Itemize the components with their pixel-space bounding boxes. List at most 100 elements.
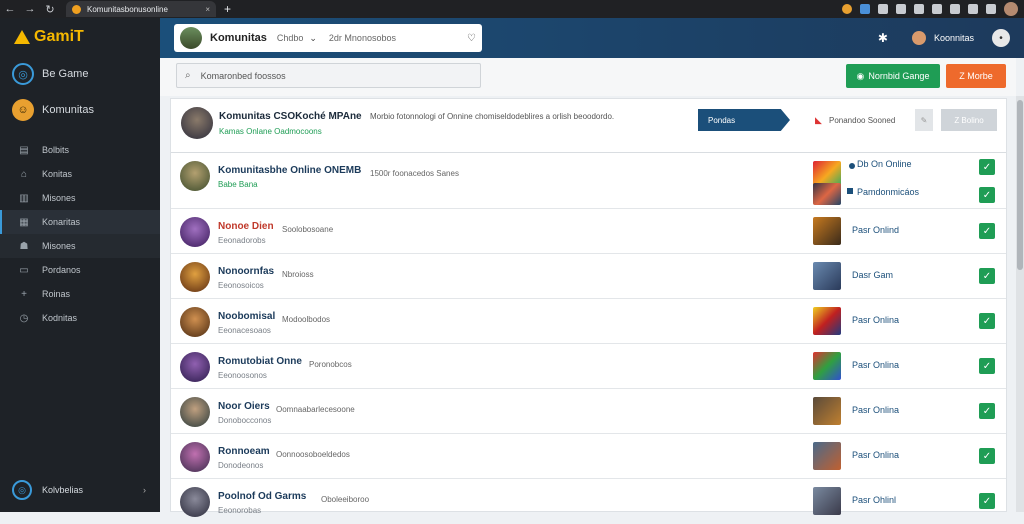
- app-logo[interactable]: GamiT: [0, 18, 160, 56]
- profile-avatar[interactable]: [1004, 2, 1018, 16]
- reload-icon[interactable]: ↻: [40, 3, 60, 16]
- sidebar-item-komunitas[interactable]: ☺ Komunitas: [0, 92, 160, 128]
- gray-action-button[interactable]: Z Bolino: [941, 109, 997, 131]
- sidebar-item-misones[interactable]: ▥ Misones: [0, 186, 160, 210]
- row-sub: Eeonorobas: [218, 506, 262, 515]
- extension-icon[interactable]: [896, 4, 906, 14]
- browser-tab[interactable]: Komunitasbonusonline ×: [66, 1, 216, 17]
- row-avatar: [180, 442, 210, 472]
- table-row[interactable]: Ronnoeam Donodeonos Oonnoosoboeldedos Pa…: [171, 434, 1006, 479]
- sidebar-item-kodnitas[interactable]: ◷ Kodnitas: [0, 306, 160, 330]
- heart-icon[interactable]: ♡: [467, 33, 476, 44]
- row-game[interactable]: Dasr Gam: [852, 270, 893, 280]
- logo-icon: [14, 30, 30, 44]
- sidebar-item-label: Be Game: [42, 68, 89, 80]
- check-icon[interactable]: ✓: [979, 448, 995, 464]
- sidebar-footer[interactable]: ◎ Kolvbelias ›: [0, 476, 160, 504]
- extension-icon[interactable]: [914, 4, 924, 14]
- featured-avatar: [181, 107, 213, 139]
- logo-text: GamiT: [34, 28, 84, 45]
- check-icon[interactable]: ✓: [979, 403, 995, 419]
- orange-action-button[interactable]: Z Morbe: [946, 64, 1006, 88]
- check-icon[interactable]: ✓: [979, 223, 995, 239]
- scrollbar[interactable]: [1016, 96, 1024, 512]
- search-placeholder: Komaronbed foossos: [200, 70, 286, 81]
- sidebar-item-bolbits[interactable]: ▤ Bolbits: [0, 138, 160, 162]
- menu-icon[interactable]: [986, 4, 996, 14]
- game-thumbnail: [813, 262, 841, 290]
- sidebar-item-konitas[interactable]: ⌂ Konitas: [0, 162, 160, 186]
- sidebar-item-be-game[interactable]: ◎ Be Game: [0, 56, 160, 92]
- square-icon: [847, 188, 853, 194]
- building-icon: ▥: [19, 192, 29, 204]
- gear-icon[interactable]: ✱: [878, 31, 888, 45]
- check-icon[interactable]: ✓: [979, 187, 995, 203]
- row-game[interactable]: Pamdonmicáos: [857, 187, 919, 197]
- featured-row[interactable]: Komunitas CSOKoché MPAne Morbio fotonnol…: [171, 99, 1006, 153]
- scrollbar-thumb[interactable]: [1017, 100, 1023, 270]
- forward-icon[interactable]: →: [20, 3, 40, 15]
- row-game[interactable]: Pasr Onlind: [852, 225, 899, 235]
- chevron-right-icon: ›: [143, 485, 146, 495]
- row-game[interactable]: Pasr Onlina: [852, 360, 899, 370]
- extension-icon[interactable]: [860, 4, 870, 14]
- folder-icon: ▭: [19, 264, 29, 276]
- green-action-button[interactable]: ◉ Nornbid Gange: [846, 64, 940, 88]
- row-sub: Eeonoosonos: [218, 371, 267, 380]
- table-row[interactable]: Nonoe Dien Eeonadorobs Soolobosoane Pasr…: [171, 209, 1006, 254]
- row-description: Oonnoosoboeldedos: [276, 450, 350, 459]
- edit-button[interactable]: ✎: [915, 109, 933, 131]
- table-row[interactable]: Komunitasbhe Online ONEMB Babe Bana 1500…: [171, 153, 1006, 209]
- arrow-button[interactable]: Pondas: [698, 109, 790, 131]
- game-thumbnail: [813, 442, 841, 470]
- extension-icon[interactable]: [878, 4, 888, 14]
- extension-icon[interactable]: [968, 4, 978, 14]
- row-game[interactable]: Pasr Onlina: [852, 405, 899, 415]
- table-row[interactable]: Nonoornfas Eeonosoicos Nbroioss Dasr Gam…: [171, 254, 1006, 299]
- back-icon[interactable]: ←: [0, 3, 20, 15]
- row-sub: Eeonadorobs: [218, 236, 266, 245]
- row-avatar: [180, 262, 210, 292]
- row-game[interactable]: Db On Online: [857, 159, 912, 169]
- row-avatar: [180, 307, 210, 337]
- check-icon[interactable]: ✓: [979, 268, 995, 284]
- check-icon[interactable]: ✓: [979, 313, 995, 329]
- new-tab-icon[interactable]: +: [224, 2, 231, 16]
- extension-icon[interactable]: [950, 4, 960, 14]
- row-sub: Eeonacesoaos: [218, 326, 271, 335]
- row-description: Oboleeiboroo: [321, 495, 370, 504]
- extension-icon[interactable]: [842, 4, 852, 14]
- check-icon[interactable]: ✓: [979, 493, 995, 509]
- close-tab-icon[interactable]: ×: [205, 5, 210, 14]
- check-icon[interactable]: ✓: [979, 159, 995, 175]
- sidebar-item-label: Komunitas: [42, 104, 94, 116]
- game-thumbnail: [813, 397, 841, 425]
- row-game[interactable]: Pasr Ohlinl: [852, 495, 896, 505]
- table-row[interactable]: Romutobiat Onne Eeonoosonos Poronobcos P…: [171, 344, 1006, 389]
- user-avatar[interactable]: [911, 31, 926, 45]
- search-input[interactable]: ⌕ Komaronbed foossos: [176, 63, 481, 88]
- sidebar-item-roinas[interactable]: + Roinas: [0, 282, 160, 306]
- row-game[interactable]: Pasr Onlina: [852, 315, 899, 325]
- chevron-down-icon: ⌄: [309, 32, 317, 43]
- sidebar-item-konaritas[interactable]: ▦ Konaritas: [0, 210, 160, 234]
- table-row[interactable]: Noobomisal Eeonacesoaos Modoolbodos Pasr…: [171, 299, 1006, 344]
- extension-icon[interactable]: [932, 4, 942, 14]
- row-game[interactable]: Pasr Onlina: [852, 450, 899, 460]
- sidebar-item-pordanos[interactable]: ▭ Pordanos: [0, 258, 160, 282]
- face-icon: ☺: [12, 99, 34, 121]
- row-name: Komunitasbhe Online ONEMB: [218, 165, 362, 176]
- game-thumbnail: [813, 352, 841, 380]
- table-row[interactable]: Noor Oiers Donobocconos Oomnaabarlecesoo…: [171, 389, 1006, 434]
- row-avatar: [180, 217, 210, 247]
- community-selector[interactable]: Komunitas Chdbo ⌄ 2dr Mnonosobos ♡: [174, 24, 482, 52]
- selector-right: 2dr Mnonosobos: [328, 33, 396, 43]
- sidebar-item-misones-2[interactable]: ☗ Misones: [0, 234, 160, 258]
- circle-icon: ◉: [856, 70, 865, 81]
- check-icon[interactable]: ✓: [979, 358, 995, 374]
- more-icon[interactable]: •: [992, 29, 1010, 47]
- row-avatar: [180, 161, 210, 191]
- ring-icon: ◎: [12, 63, 34, 85]
- table-row[interactable]: Poolnof Od Garms Eeonorobas Oboleeiboroo…: [171, 479, 1006, 524]
- user-name[interactable]: Koonnitas: [934, 33, 974, 43]
